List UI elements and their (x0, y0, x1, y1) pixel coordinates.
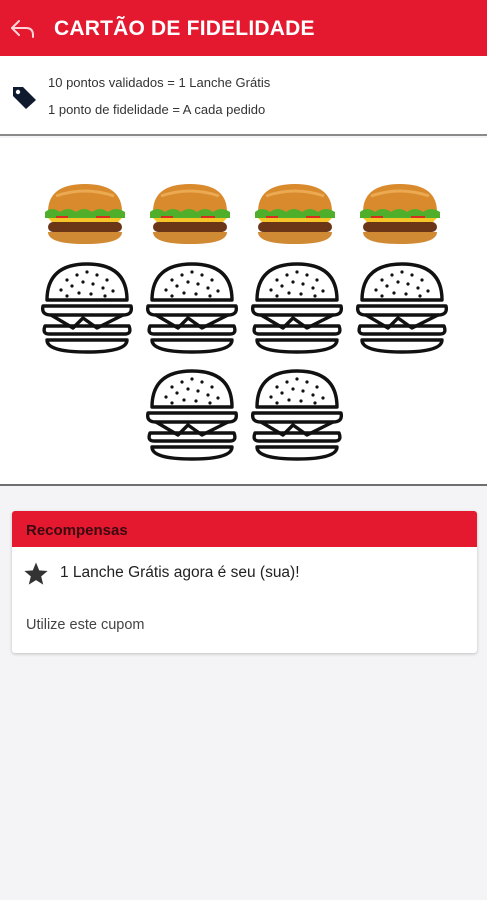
burger-outline-icon (250, 369, 344, 461)
burger-outline-icon (250, 262, 344, 354)
burger-outline-icon (145, 369, 239, 461)
rule-points: 1 ponto de fidelidade = A cada pedido (48, 102, 266, 117)
burger-photo-icon (360, 184, 440, 244)
burger-outline-icon (145, 262, 239, 354)
rewards-card: Recompensas 1 Lanche Grátis agora é seu … (12, 511, 477, 653)
rule-reward: 10 pontos validados = 1 Lanche Grátis (48, 75, 271, 90)
star-icon (24, 562, 48, 585)
page-title: CARTÃO DE FIDELIDADE (54, 17, 315, 40)
use-coupon-link[interactable]: Utilize este cupom (26, 617, 144, 633)
app-bar: CARTÃO DE FIDELIDADE (0, 0, 487, 56)
tag-icon (13, 87, 36, 109)
reward-item: 1 Lanche Grátis agora é seu (sua)! (12, 559, 477, 589)
back-button[interactable] (6, 14, 40, 44)
burger-outline-icon (355, 262, 449, 354)
burger-photo-icon (150, 184, 230, 244)
burger-photo-icon (255, 184, 335, 244)
burger-outline-icon (40, 262, 134, 354)
reply-arrow-icon (11, 20, 34, 38)
burger-photo-icon (45, 184, 125, 244)
reward-text: 1 Lanche Grátis agora é seu (sua)! (60, 564, 300, 581)
stamp-grid (0, 138, 487, 486)
loyalty-card-screen: CARTÃO DE FIDELIDADE 10 pontos validados… (0, 0, 487, 900)
rewards-title: Recompensas (12, 511, 477, 547)
loyalty-rules: 10 pontos validados = 1 Lanche Grátis 1 … (0, 56, 487, 136)
